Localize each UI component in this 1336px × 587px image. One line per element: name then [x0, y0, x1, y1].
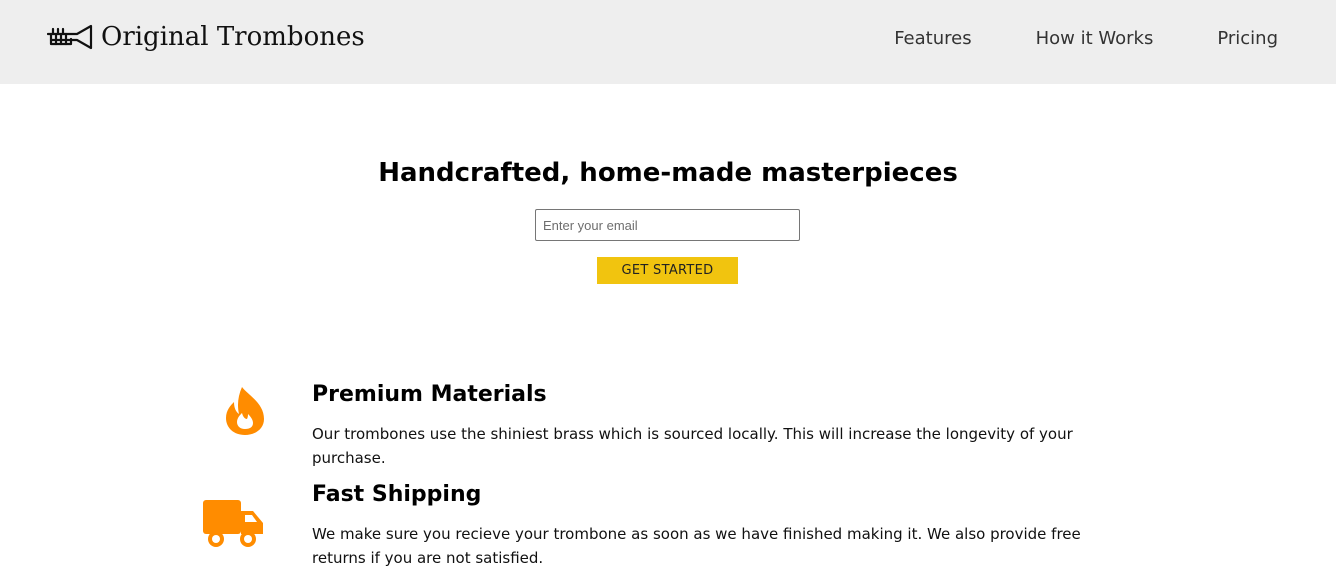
- brand-name: Original Trombones: [101, 22, 365, 52]
- nav-link-pricing[interactable]: Pricing: [1217, 28, 1278, 49]
- get-started-button[interactable]: GET STARTED: [597, 257, 738, 284]
- nav-link-how-it-works[interactable]: How it Works: [1036, 28, 1154, 49]
- site-header: Original Trombones Features How it Works…: [0, 0, 1336, 84]
- main-nav: Features How it Works Pricing: [894, 28, 1278, 49]
- flame-icon: [226, 387, 264, 435]
- feature-description-premium-materials: Our trombones use the shiniest brass whi…: [312, 425, 1073, 467]
- feature-description-fast-shipping: We make sure you recieve your trombone a…: [312, 525, 1081, 567]
- feature-title-premium-materials: Premium Materials: [312, 382, 547, 407]
- feature-title-fast-shipping: Fast Shipping: [312, 482, 482, 507]
- brand-logo[interactable]: Original Trombones: [47, 20, 365, 54]
- hero-title: Handcrafted, home-made masterpieces: [378, 158, 958, 188]
- truck-icon: [203, 500, 263, 547]
- nav-link-features[interactable]: Features: [894, 28, 971, 49]
- trumpet-logo-icon: [47, 24, 93, 50]
- email-input[interactable]: [535, 209, 800, 241]
